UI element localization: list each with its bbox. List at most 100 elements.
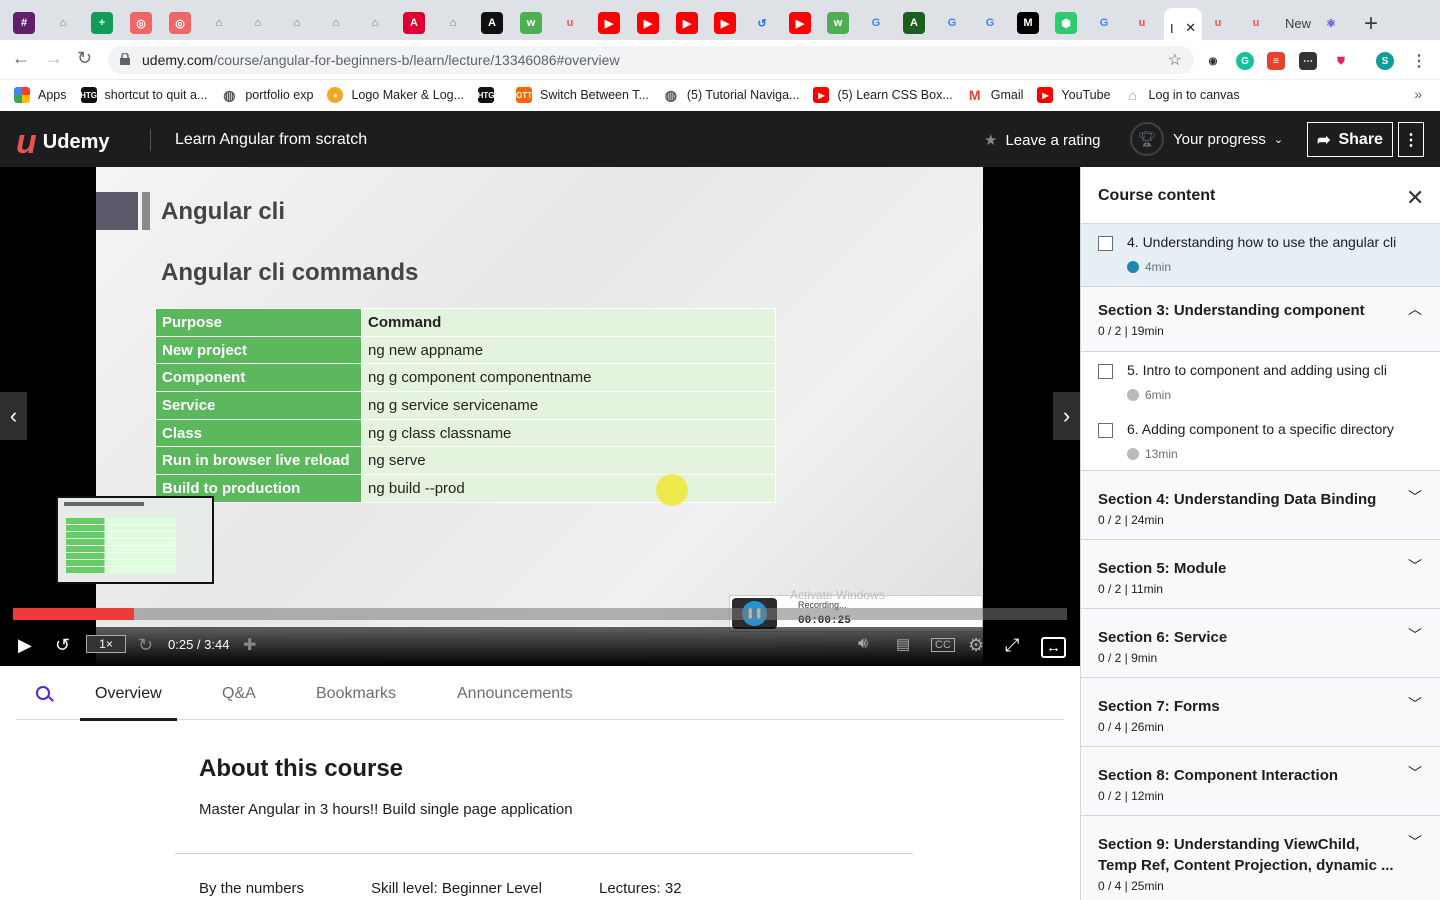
tab-favicon-tree-icon[interactable]: ⌂ <box>208 12 230 34</box>
tab-qa[interactable]: Q&A <box>222 685 256 703</box>
close-icon[interactable]: ✕ <box>1406 185 1424 211</box>
extension-todoist-icon[interactable]: ≡ <box>1267 52 1285 70</box>
tab-favicon-google-icon[interactable]: G <box>865 12 887 34</box>
new-tab-plus-icon[interactable]: + <box>1364 10 1378 38</box>
chevron-down-icon[interactable]: ﹀ <box>1408 487 1422 507</box>
tab-favicon-history-icon[interactable]: ↺ <box>751 12 773 34</box>
bookmark-apps[interactable]: Apps <box>14 87 67 103</box>
add-bookmark-icon[interactable]: ✚ <box>243 635 256 655</box>
tab-favicon-w3-icon[interactable]: w <box>827 12 849 34</box>
settings-gear-icon[interactable]: ⚙ <box>968 635 984 656</box>
rewind-5-icon[interactable]: ↺ <box>55 635 70 656</box>
tab-favicon-tree-icon[interactable]: ⌂ <box>364 12 386 34</box>
new-tab-title[interactable]: New <box>1285 16 1311 31</box>
lecture-checkbox[interactable] <box>1098 236 1113 251</box>
chevron-down-icon[interactable]: ﹀ <box>1408 832 1422 852</box>
tab-favicon-hex-icon[interactable]: ⬢ <box>1055 12 1077 34</box>
tab-favicon-tree-icon[interactable]: ⌂ <box>286 12 308 34</box>
section-header[interactable]: Section 9: Understanding ViewChild, Temp… <box>1081 816 1440 900</box>
section-header[interactable]: Section 7: Forms 0 / 4 | 26min ﹀ <box>1081 678 1440 747</box>
tab-favicon-tree-icon[interactable]: ⌂ <box>442 12 464 34</box>
fullscreen-icon[interactable]: ⤢ <box>1005 635 1019 656</box>
tab-favicon-google-icon[interactable]: G <box>979 12 1001 34</box>
tab-favicon-google-icon[interactable]: G <box>941 12 963 34</box>
extension-owl-icon[interactable]: ◉ <box>1204 52 1222 70</box>
tab-favicon-react-icon[interactable]: ⚛ <box>1320 12 1342 34</box>
tab-favicon-udemy-icon[interactable]: u <box>559 12 581 34</box>
bookmark-portfolio[interactable]: ◍ portfolio exp <box>221 87 313 103</box>
close-tab-icon[interactable]: ✕ <box>1185 20 1196 36</box>
tab-favicon-angular-icon[interactable]: A <box>403 12 425 34</box>
extension-dots-icon[interactable]: ⋯ <box>1299 52 1317 70</box>
tab-favicon-openai-icon[interactable]: ◎ <box>130 12 152 34</box>
tab-favicon-green-app-icon[interactable]: A <box>903 12 925 34</box>
reload-icon[interactable]: ↻ <box>77 48 92 69</box>
tab-favicon-tree-icon[interactable]: ⌂ <box>247 12 269 34</box>
transcript-icon[interactable]: ▤ <box>896 635 910 653</box>
bookmark-star-icon[interactable]: ☆ <box>1168 50 1182 70</box>
tab-favicon-udemy-icon[interactable]: u <box>1131 12 1153 34</box>
chevron-down-icon[interactable]: ﹀ <box>1408 763 1422 783</box>
tab-favicon-youtube-icon[interactable]: ▶ <box>598 12 620 34</box>
your-progress-button[interactable]: 🏆︎ Your progress ⌄ <box>1130 122 1283 156</box>
chevron-down-icon[interactable]: ﹀ <box>1408 625 1422 645</box>
bookmark-shortcut[interactable]: HTG shortcut to quit a... <box>80 87 207 103</box>
expand-view-icon[interactable]: ↔ <box>1041 637 1066 658</box>
tab-favicon-youtube-icon[interactable]: ▶ <box>676 12 698 34</box>
section-header[interactable]: Section 5: Module 0 / 2 | 11min ﹀ <box>1081 540 1440 609</box>
tab-favicon-medium-icon[interactable]: M <box>1017 12 1039 34</box>
tab-announcements[interactable]: Announcements <box>457 685 573 703</box>
search-icon[interactable] <box>36 686 50 700</box>
tab-favicon-w3-icon[interactable]: w <box>520 12 542 34</box>
section-header[interactable]: Section 4: Understanding Data Binding 0 … <box>1081 471 1440 540</box>
lecture-item[interactable]: 6. Adding component to a specific direct… <box>1081 411 1440 471</box>
tab-favicon-udemy-icon[interactable]: u <box>1207 12 1229 34</box>
tab-favicon-youtube-icon[interactable]: ▶ <box>789 12 811 34</box>
more-options-icon[interactable]: ⋮ <box>1398 122 1424 157</box>
section-header[interactable]: Section 3: Understanding component 0 / 2… <box>1081 286 1440 352</box>
section-header[interactable]: Section 6: Service 0 / 2 | 9min ﹀ <box>1081 609 1440 678</box>
tab-favicon-udemy-icon[interactable]: u <box>1245 12 1267 34</box>
bookmark-youtube[interactable]: ▶ YouTube <box>1037 87 1111 103</box>
tab-overview[interactable]: Overview <box>80 685 177 721</box>
leave-rating-button[interactable]: ★ Leave a rating <box>984 131 1101 150</box>
bookmark-canvas[interactable]: ⌂ Log in to canvas <box>1125 87 1239 103</box>
tab-favicon-a-icon[interactable]: A <box>481 12 503 34</box>
tab-favicon-tree-icon[interactable]: ⌂ <box>325 12 347 34</box>
course-title[interactable]: Learn Angular from scratch <box>175 131 367 149</box>
extension-grammarly-icon[interactable]: G <box>1236 52 1254 70</box>
video-player[interactable]: Angular cli Angular cli commands Purpose… <box>0 167 1080 666</box>
back-arrow-icon[interactable]: ← <box>12 48 30 69</box>
bookmark-gmail[interactable]: M Gmail <box>967 87 1024 103</box>
chevron-up-icon[interactable]: ︿ <box>1408 299 1422 319</box>
next-lecture-button[interactable]: › <box>1053 392 1080 440</box>
profile-avatar[interactable]: S <box>1376 52 1394 70</box>
seek-bar[interactable] <box>13 608 1067 620</box>
tab-favicon-sheets-icon[interactable]: + <box>91 12 113 34</box>
address-bar[interactable]: udemy.com/course/angular-for-beginners-b… <box>108 46 1194 74</box>
forward-5-icon[interactable]: ↻ <box>138 635 153 656</box>
lecture-item[interactable]: 5. Intro to component and adding using c… <box>1081 352 1440 412</box>
play-icon[interactable]: ▶ <box>18 635 32 656</box>
tab-favicon-slack-icon[interactable]: # <box>13 12 35 34</box>
tab-favicon-openai-icon[interactable]: ◎ <box>169 12 191 34</box>
bookmark-tutorial[interactable]: ◍ (5) Tutorial Naviga... <box>663 87 800 103</box>
section-header[interactable]: Section 8: Component Interaction 0 / 2 |… <box>1081 747 1440 816</box>
tab-favicon-youtube-icon[interactable]: ▶ <box>637 12 659 34</box>
tab-bookmarks[interactable]: Bookmarks <box>316 685 396 703</box>
lecture-checkbox[interactable] <box>1098 364 1113 379</box>
udemy-logo[interactable]: u Udemy <box>16 123 109 162</box>
bookmark-htg[interactable]: HTG <box>478 87 502 103</box>
playback-speed-button[interactable]: 1× <box>86 635 126 653</box>
share-button[interactable]: ➦ Share <box>1307 122 1393 157</box>
bookmark-css-box[interactable]: ▶ (5) Learn CSS Box... <box>813 87 953 103</box>
captions-icon[interactable]: CC <box>931 638 955 652</box>
extension-shield-icon[interactable]: ⛊ <box>1332 52 1350 70</box>
chevron-down-icon[interactable]: ﹀ <box>1408 556 1422 576</box>
tab-favicon-youtube-icon[interactable]: ▶ <box>714 12 736 34</box>
lecture-checkbox[interactable] <box>1098 423 1113 438</box>
previous-lecture-button[interactable]: ‹ <box>0 392 27 440</box>
chevron-down-icon[interactable]: ﹀ <box>1408 694 1422 714</box>
volume-icon[interactable]: 🔊︎ <box>858 635 868 653</box>
bookmark-switch[interactable]: OTT Switch Between T... <box>516 87 649 103</box>
